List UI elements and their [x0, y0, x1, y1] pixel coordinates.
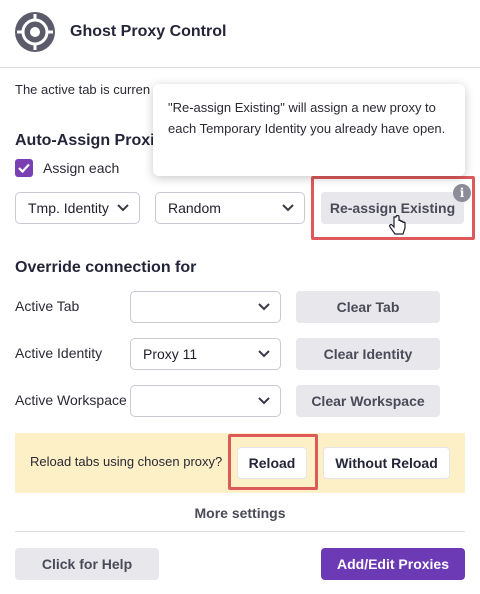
header: Ghost Proxy Control: [0, 0, 480, 68]
more-settings-link[interactable]: More settings: [0, 505, 480, 521]
without-reload-button[interactable]: Without Reload: [323, 447, 450, 479]
identity-type-value: Tmp. Identity: [28, 200, 109, 216]
proxy-mode-value: Random: [168, 200, 221, 216]
ghost-proxy-logo-icon: [15, 12, 55, 52]
assign-each-label: Assign each: [43, 160, 120, 176]
clear-workspace-button[interactable]: Clear Workspace: [296, 385, 440, 417]
active-identity-select-value: Proxy 11: [143, 346, 198, 362]
help-button[interactable]: Click for Help: [15, 548, 159, 580]
chevron-down-icon: [258, 397, 270, 405]
chevron-down-icon: [258, 303, 270, 311]
chevron-down-icon: [258, 350, 270, 358]
clear-identity-button[interactable]: Clear Identity: [296, 338, 440, 370]
active-identity-select[interactable]: Proxy 11: [130, 338, 281, 370]
add-edit-proxies-button[interactable]: Add/Edit Proxies: [321, 548, 465, 580]
reassign-tooltip: "Re-assign Existing" will assign a new p…: [153, 84, 465, 176]
active-tab-text: The active tab is curren: [15, 82, 151, 97]
chevron-down-icon: [282, 204, 294, 212]
identity-type-select[interactable]: Tmp. Identity: [15, 192, 140, 224]
auto-assign-title: Auto-Assign Proxie: [15, 132, 164, 149]
active-identity-label: Active Identity: [15, 345, 103, 361]
app-title: Ghost Proxy Control: [70, 23, 227, 40]
clear-tab-button[interactable]: Clear Tab: [296, 291, 440, 323]
override-title: Override connection for: [15, 259, 197, 276]
divider: [15, 531, 465, 532]
hand-cursor-icon: [389, 215, 406, 235]
proxy-mode-select[interactable]: Random: [155, 192, 305, 224]
reload-highlight-box: [228, 434, 318, 490]
checkmark-icon: [18, 163, 30, 174]
info-icon[interactable]: i: [453, 184, 471, 202]
active-workspace-select[interactable]: [130, 385, 281, 417]
reload-prompt: Reload tabs using chosen proxy?: [30, 454, 223, 469]
active-tab-select[interactable]: [130, 291, 281, 323]
assign-each-checkbox[interactable]: [15, 159, 33, 177]
chevron-down-icon: [117, 204, 129, 212]
active-workspace-label: Active Workspace: [15, 392, 127, 408]
active-tab-label: Active Tab: [15, 298, 80, 314]
